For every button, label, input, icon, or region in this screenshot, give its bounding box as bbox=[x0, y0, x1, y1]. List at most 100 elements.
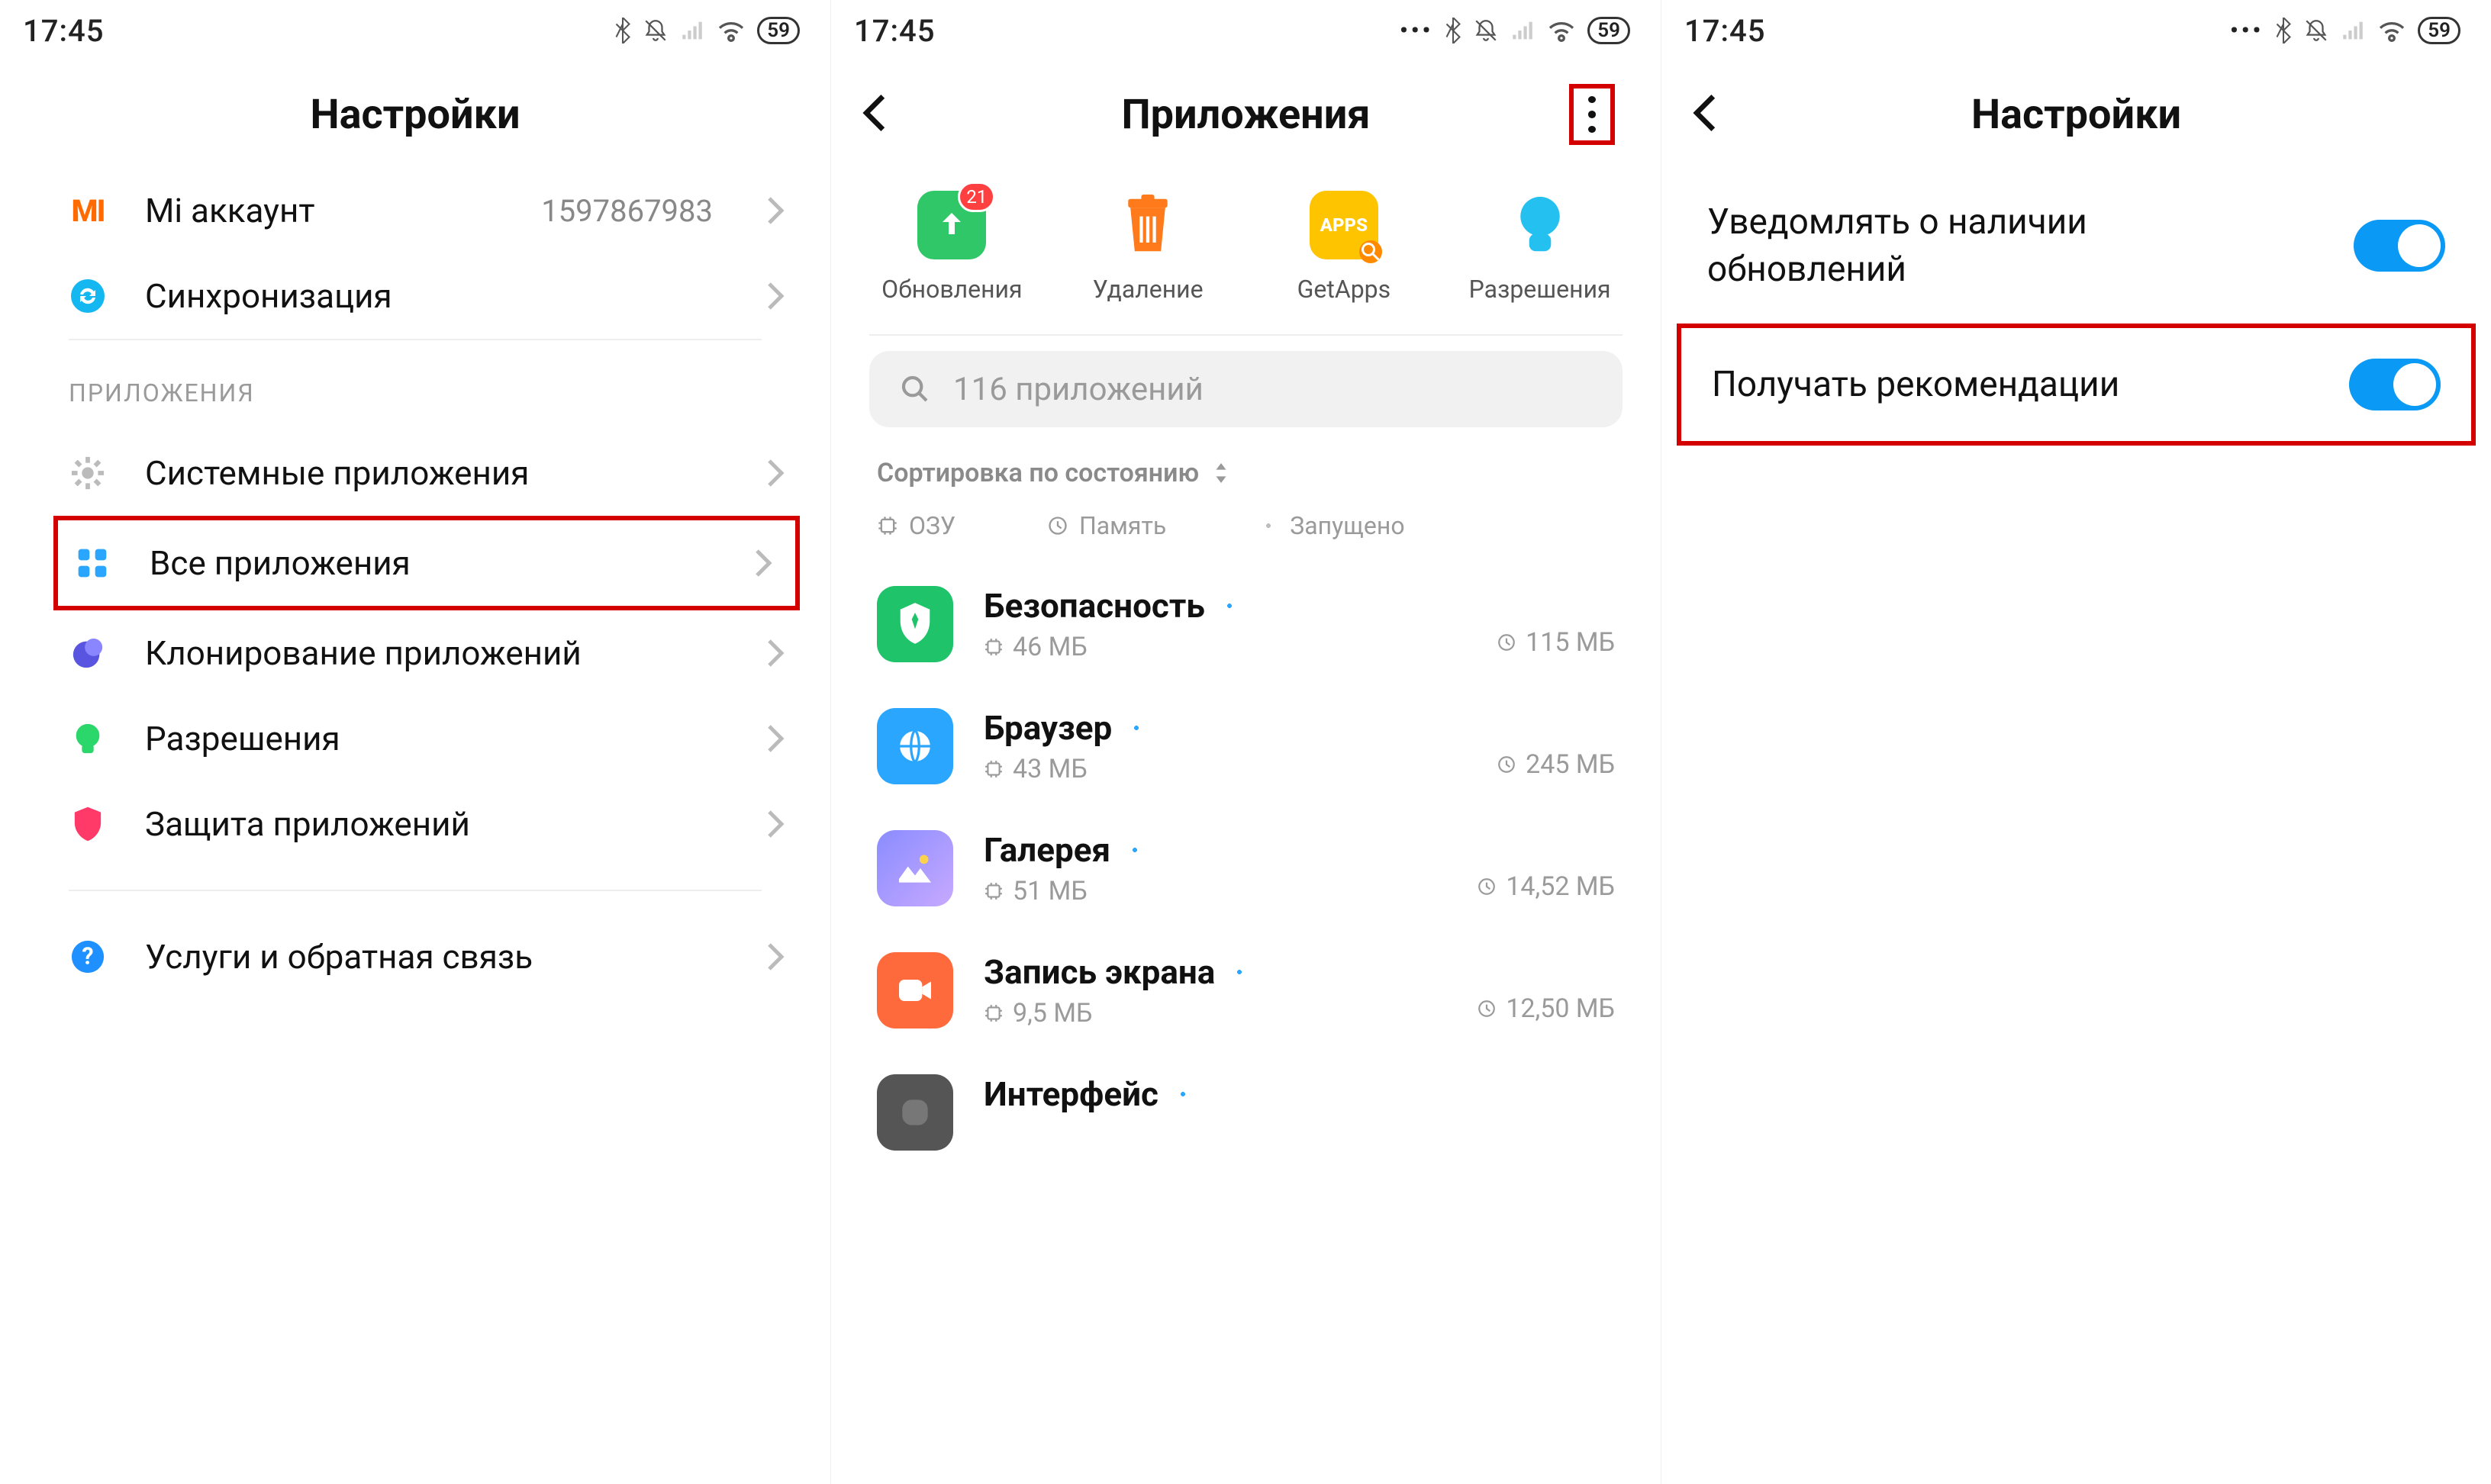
section-header: ПРИЛОЖЕНИЯ bbox=[0, 340, 830, 430]
app-ram: 43 МБ bbox=[1013, 754, 1088, 784]
search-input[interactable]: 116 приложений bbox=[869, 351, 1623, 427]
title-row: Приложения bbox=[831, 61, 1661, 168]
app-name: Интерфейс bbox=[984, 1074, 1158, 1114]
app-row[interactable]: Браузер 43 МБ 245 МБ bbox=[831, 685, 1661, 807]
getapps-icon: APPS bbox=[1310, 191, 1378, 259]
app-name: Браузер bbox=[984, 708, 1112, 748]
spinner-icon bbox=[1219, 595, 1240, 616]
search-icon bbox=[900, 374, 930, 404]
more-menu-button[interactable] bbox=[1569, 84, 1615, 145]
switch-on[interactable] bbox=[2349, 359, 2441, 410]
sort-dropdown[interactable]: Сортировка по состоянию bbox=[831, 450, 1661, 496]
signal-icon bbox=[1510, 18, 1536, 43]
filter-ram[interactable]: ОЗУ bbox=[877, 511, 955, 540]
row-sync[interactable]: Синхронизация bbox=[0, 253, 830, 339]
status-bar: 17:45 59 bbox=[0, 0, 830, 61]
title-row: Настройки bbox=[0, 61, 830, 168]
app-icon-interface bbox=[877, 1074, 953, 1151]
help-icon: ? bbox=[69, 938, 107, 976]
app-row[interactable]: Безопасность 46 МБ 115 МБ bbox=[831, 563, 1661, 685]
app-main: Браузер 43 МБ bbox=[984, 708, 1466, 784]
updates-badge: 21 bbox=[958, 182, 995, 212]
filter-running[interactable]: Запущено bbox=[1258, 511, 1404, 540]
app-name: Галерея bbox=[984, 830, 1110, 870]
shortcut-updates[interactable]: 21 Обновления bbox=[868, 191, 1036, 304]
app-icon-security bbox=[877, 586, 953, 662]
row-all-apps[interactable]: Все приложения bbox=[53, 516, 800, 610]
wifi-icon bbox=[2377, 18, 2407, 43]
sort-label: Сортировка по состоянию bbox=[877, 458, 1199, 488]
row-clone-apps[interactable]: Клонирование приложений bbox=[0, 610, 830, 696]
app-main: Интерфейс bbox=[984, 1074, 1615, 1114]
toggle-updates-notify[interactable]: Уведомлять о наличии обновлений bbox=[1661, 168, 2491, 324]
screen-apps-settings: 17:45 ••• 59 Настройки Уведомлять о нали… bbox=[1661, 0, 2491, 1484]
status-time: 17:45 bbox=[854, 13, 935, 49]
chevron-right-icon bbox=[766, 942, 785, 972]
wifi-icon bbox=[1546, 18, 1577, 43]
row-label: Разрешения bbox=[145, 719, 728, 758]
spinner-icon bbox=[1124, 839, 1146, 861]
filter-storage[interactable]: Память bbox=[1047, 511, 1166, 540]
app-icon-browser bbox=[877, 708, 953, 784]
chevron-left-icon bbox=[862, 92, 888, 134]
shortcut-getapps[interactable]: APPS GetApps bbox=[1260, 191, 1428, 304]
app-row[interactable]: Интерфейс bbox=[831, 1051, 1661, 1173]
row-value: 1597867983 bbox=[541, 193, 713, 229]
screen-apps: 17:45 ••• 59 Приложения 21 Обновления bbox=[830, 0, 1661, 1484]
shortcut-label: Удаление bbox=[1093, 275, 1204, 304]
shortcut-uninstall[interactable]: Удаление bbox=[1064, 191, 1232, 304]
toggle-recommendations[interactable]: Получать рекомендации bbox=[1677, 324, 2476, 446]
chevron-right-icon bbox=[754, 548, 772, 578]
app-row[interactable]: Галерея 51 МБ 14,52 МБ bbox=[831, 807, 1661, 929]
app-storage: 14,52 МБ bbox=[1506, 871, 1615, 902]
toggle-label: Уведомлять о наличии обновлений bbox=[1707, 198, 2241, 293]
chevron-left-icon bbox=[1692, 92, 1718, 134]
shortcut-permissions[interactable]: Разрешения bbox=[1456, 191, 1624, 304]
dnd-icon bbox=[643, 18, 669, 43]
row-label: Все приложения bbox=[150, 543, 716, 583]
bluetooth-icon bbox=[2274, 18, 2293, 43]
app-icon-recorder bbox=[877, 952, 953, 1028]
shortcut-label: Обновления bbox=[881, 275, 1022, 304]
row-permissions[interactable]: Разрешения bbox=[0, 696, 830, 781]
shortcuts-row: 21 Обновления Удаление APPS GetApps Разр… bbox=[831, 168, 1661, 334]
filter-row: ОЗУ Память Запущено bbox=[831, 496, 1661, 563]
shield-icon bbox=[69, 805, 107, 843]
row-label: Защита приложений bbox=[145, 804, 728, 844]
page-title: Настройки bbox=[1971, 91, 2181, 139]
chip-icon bbox=[984, 1003, 1004, 1023]
wifi-icon bbox=[716, 18, 746, 43]
divider bbox=[69, 890, 762, 891]
chevron-right-icon bbox=[766, 809, 785, 839]
row-system-apps[interactable]: Системные приложения bbox=[0, 430, 830, 516]
chip-icon bbox=[984, 637, 1004, 657]
status-icons: ••• 59 bbox=[2230, 17, 2460, 44]
updates-icon: 21 bbox=[917, 191, 986, 259]
spinner-icon bbox=[1126, 717, 1147, 739]
dot-icon bbox=[1588, 96, 1596, 103]
row-app-protection[interactable]: Защита приложений bbox=[0, 781, 830, 867]
battery-icon: 59 bbox=[2418, 17, 2460, 44]
row-mi-account[interactable]: MI Mi аккаунт 1597867983 bbox=[0, 168, 830, 253]
app-storage: 12,50 МБ bbox=[1506, 993, 1615, 1024]
app-name: Запись экрана bbox=[984, 952, 1215, 992]
app-ram: 46 МБ bbox=[1013, 632, 1088, 662]
clock-icon bbox=[1477, 877, 1497, 897]
screen-settings: 17:45 59 Настройки MI Mi аккаунт 1597867… bbox=[0, 0, 830, 1484]
row-label: Услуги и обратная связь bbox=[145, 937, 728, 977]
spinner-icon bbox=[1258, 515, 1279, 536]
row-label: Mi аккаунт bbox=[145, 191, 503, 230]
mi-logo-icon: MI bbox=[69, 192, 107, 230]
back-button[interactable] bbox=[862, 92, 888, 137]
chip-icon bbox=[984, 881, 1004, 901]
status-bar: 17:45 ••• 59 bbox=[1661, 0, 2491, 61]
status-time: 17:45 bbox=[23, 13, 104, 49]
app-row[interactable]: Запись экрана 9,5 МБ 12,50 МБ bbox=[831, 929, 1661, 1051]
row-label: Системные приложения bbox=[145, 453, 728, 493]
divider bbox=[869, 334, 1623, 336]
row-label: Синхронизация bbox=[145, 276, 728, 316]
clock-icon bbox=[1047, 515, 1068, 536]
switch-on[interactable] bbox=[2354, 220, 2445, 272]
back-button[interactable] bbox=[1692, 92, 1718, 137]
row-feedback[interactable]: ? Услуги и обратная связь bbox=[0, 914, 830, 1000]
